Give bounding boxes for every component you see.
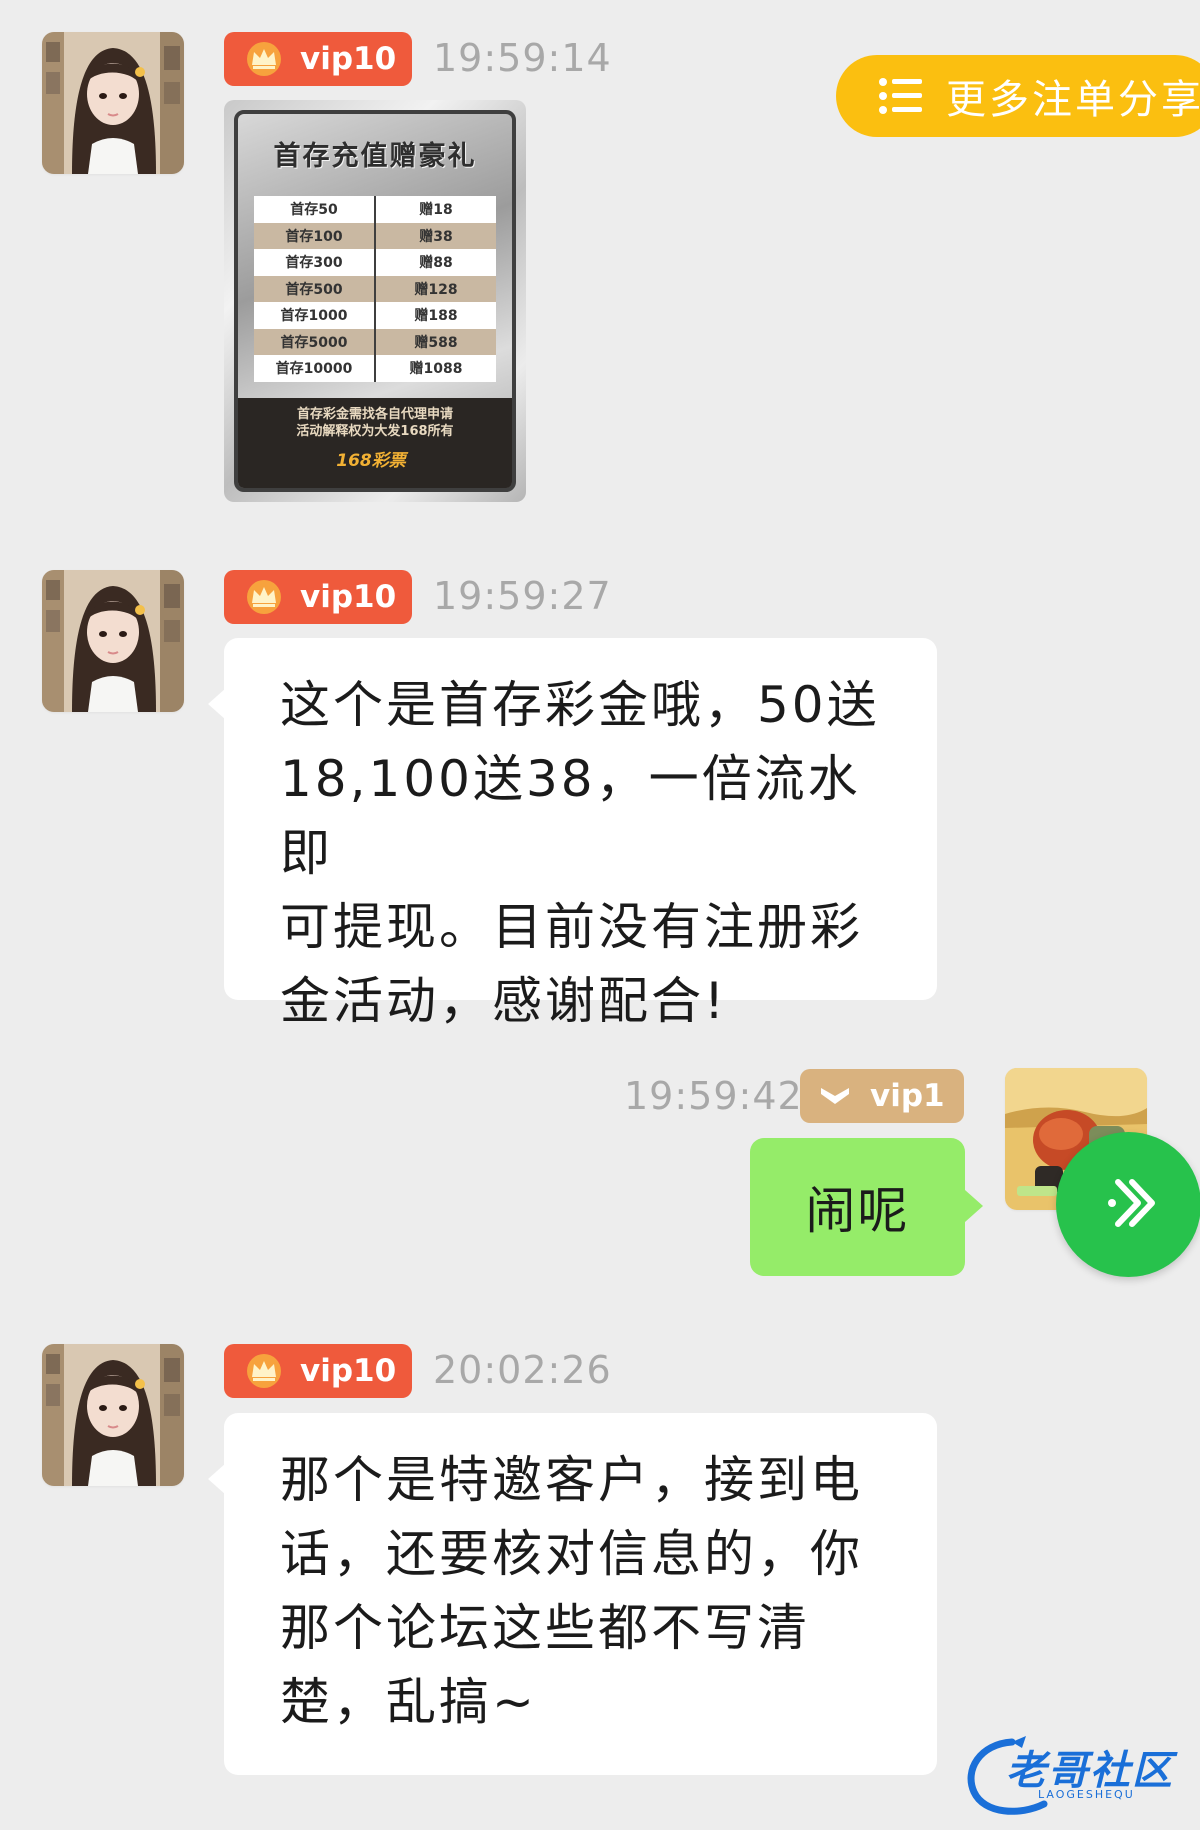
promo-row: 首存300 赠88	[254, 249, 496, 276]
promo-row: 首存5000 赠588	[254, 328, 496, 355]
message-time: 19:59:42	[624, 1074, 803, 1118]
promo-row: 首存100 赠38	[254, 222, 496, 249]
lottery-logo: 168彩票	[336, 451, 406, 471]
promo-row: 首存1000 赠188	[254, 302, 496, 329]
my-message-bubble[interactable]: 闹呢	[750, 1138, 983, 1276]
more-bets-share-button[interactable]: 更多注单分享	[836, 55, 1200, 137]
promo-row: 首存50 赠18	[254, 196, 496, 223]
avatar-agent[interactable]	[42, 32, 184, 174]
bubble-tail	[208, 688, 226, 720]
message-line: 楚，乱搞~	[280, 1673, 537, 1731]
avatar-agent[interactable]	[42, 570, 184, 712]
crown-icon	[242, 1353, 286, 1389]
crown-icon	[242, 41, 286, 77]
bubble-tail	[208, 1463, 226, 1495]
chevron-badge-icon	[818, 1084, 852, 1108]
vip-badge: vip10	[224, 570, 412, 624]
promo-table: 首存50 赠18 首存100 赠38 首存300 赠88 首存500 赠128 首存10…	[254, 196, 496, 382]
crown-icon	[242, 579, 286, 615]
message-line: 话，还要核对信息的，你	[280, 1525, 863, 1583]
promo-image[interactable]: 首存充值赠豪礼 首存50 赠18 首存100 赠38 首存300 赠88 首存500 赠…	[224, 100, 526, 502]
forward-fab-button[interactable]	[1056, 1132, 1200, 1277]
message-line: 可提现。目前没有注册彩	[280, 898, 863, 956]
message-text: 闹呢	[805, 1182, 910, 1240]
promo-card: 首存充值赠豪礼 首存50 赠18 首存100 赠38 首存300 赠88 首存500 赠…	[234, 110, 516, 492]
promo-note: 首存彩金需找各自代理申请 活动解释权为大发168所有	[296, 407, 454, 439]
message-line: 这个是首存彩金哦，50送	[280, 676, 880, 734]
share-label: 更多注单分享	[946, 77, 1200, 123]
message-bubble[interactable]: 那个是特邀客户，接到电 话，还要核对信息的，你 那个论坛这些都不写清 楚，乱搞~	[208, 1413, 937, 1775]
watermark-logo: 老哥社区 LAOGESHEQU	[960, 1730, 1192, 1820]
message-line: 那个论坛这些都不写清	[280, 1599, 810, 1657]
vip-level: vip1	[870, 1078, 945, 1114]
vip-level: vip10	[300, 579, 397, 615]
message-line: 金活动，感谢配合!	[280, 972, 728, 1030]
message-time: 20:02:26	[433, 1348, 612, 1392]
vip-badge: vip1	[800, 1069, 964, 1123]
avatar-agent[interactable]	[42, 1344, 184, 1486]
promo-row: 首存500 赠128	[254, 275, 496, 302]
promo-title: 首存充值赠豪礼	[273, 141, 477, 172]
promo-footer: 首存彩金需找各自代理申请 活动解释权为大发168所有 168彩票	[238, 398, 512, 488]
message-time: 19:59:27	[433, 574, 612, 618]
forward-arrows-icon	[1094, 1168, 1164, 1242]
message-time: 19:59:14	[433, 36, 612, 80]
vip-badge: vip10	[224, 1344, 412, 1398]
bubble-tail	[965, 1190, 983, 1222]
vip-badge: vip10	[224, 32, 412, 86]
list-icon	[878, 76, 924, 116]
message-line: 那个是特邀客户，接到电	[280, 1451, 863, 1509]
message-bubble[interactable]: 这个是首存彩金哦，50送 18,100送38，一倍流水即 可提现。目前没有注册彩…	[208, 638, 937, 1030]
message-line: 18,100送38，一倍流水即	[280, 750, 861, 882]
promo-row: 首存10000 赠1088	[254, 355, 496, 382]
vip-level: vip10	[300, 1353, 397, 1389]
vip-level: vip10	[300, 41, 397, 77]
